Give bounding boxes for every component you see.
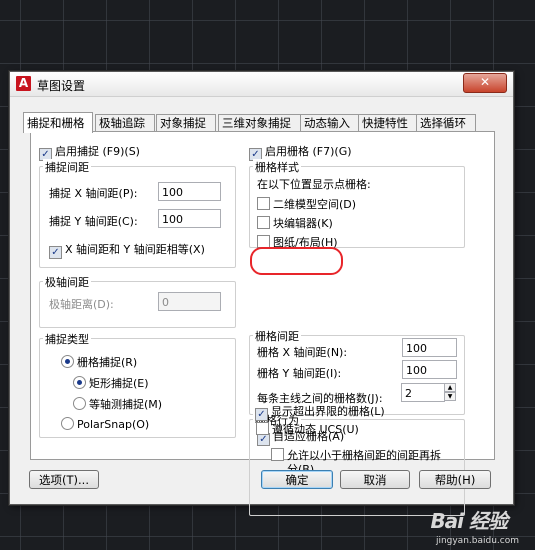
grid-sheet-layout-checkbox[interactable]: 图纸/布局(H) (257, 234, 338, 250)
snap-enable-label: 启用捕捉 (F9)(S) (55, 145, 140, 158)
snap-type-title: 捕捉类型 (43, 331, 91, 347)
polar-snap-radio[interactable]: PolarSnap(O) (61, 417, 149, 431)
grid-snap-label: 栅格捕捉(R) (77, 356, 138, 369)
checkbox-empty-icon (257, 197, 270, 210)
grid-sheet-layout-label: 图纸/布局(H) (273, 236, 338, 249)
polar-snap-label: PolarSnap(O) (77, 418, 150, 431)
tab-selection-cycling[interactable]: 选择循环 (416, 114, 476, 132)
tab-dynamic-input[interactable]: 动态输入 (300, 114, 360, 132)
polar-spacing-title: 极轴间距 (43, 274, 91, 290)
baidu-watermark-url: jingyan.baidu.com (435, 536, 519, 546)
snap-equal-checkbox[interactable]: ✓ X 轴间距和 Y 轴间距相等(X) (49, 241, 205, 259)
polar-distance-label: 极轴距离(D): (49, 298, 114, 311)
grid-y-label: 栅格 Y 轴间距(I): (257, 367, 342, 380)
grid-major-input[interactable]: 2 (401, 383, 445, 402)
radio-selected-icon (61, 355, 74, 368)
grid-x-input[interactable]: 100 (402, 338, 457, 357)
tab-object-snap[interactable]: 对象捕捉 (156, 114, 216, 132)
grid-snap-radio[interactable]: 栅格捕捉(R) (61, 354, 137, 370)
rect-snap-label: 矩形捕捉(E) (89, 377, 149, 390)
snap-x-label: 捕捉 X 轴间距(P): (49, 187, 138, 200)
check-icon: ✓ (49, 246, 62, 259)
show-beyond-limits-checkbox[interactable]: ✓ 显示超出界限的栅格(L) (255, 403, 385, 421)
grid-y-input[interactable]: 100 (402, 360, 457, 379)
radio-empty-icon (73, 397, 86, 410)
baidu-watermark: Bai 经验 (430, 509, 508, 533)
grid-enable-label: 启用栅格 (F7)(G) (265, 145, 352, 158)
polar-distance-input[interactable]: 0 (158, 292, 221, 311)
snap-x-input[interactable]: 100 (158, 182, 221, 201)
cancel-button[interactable]: 取消 (340, 470, 410, 489)
grid-block-editor-label: 块编辑器(K) (273, 217, 333, 230)
follow-ucs-label: 遵循动态 UCS(U) (272, 423, 359, 436)
radio-selected-icon (73, 376, 86, 389)
snap-y-label: 捕捉 Y 轴间距(C): (49, 215, 138, 228)
autocad-logo-icon: A (16, 76, 31, 91)
grid-spacing-title: 栅格间距 (253, 328, 301, 344)
ok-button[interactable]: 确定 (261, 470, 333, 489)
snap-spacing-title: 捕捉间距 (43, 159, 91, 175)
tab-polar-tracking[interactable]: 极轴追踪 (95, 114, 155, 132)
grid-block-editor-checkbox[interactable]: 块编辑器(K) (257, 215, 333, 231)
tab-quick-properties[interactable]: 快捷特性 (358, 114, 418, 132)
grid-style-title: 栅格样式 (253, 159, 301, 175)
drafting-settings-dialog: A 草图设置 ✕ 捕捉和栅格 极轴追踪 对象捕捉 三维对象捕捉 动态输入 快捷特… (9, 71, 514, 516)
snap-y-input[interactable]: 100 (158, 209, 221, 228)
checkbox-empty-icon (257, 216, 270, 229)
show-beyond-limits-label: 显示超出界限的栅格(L) (271, 405, 385, 418)
grid-2d-model-label: 二维模型空间(D) (273, 198, 357, 211)
grid-x-label: 栅格 X 轴间距(N): (257, 346, 348, 359)
check-icon: ✓ (255, 408, 268, 421)
spin-down-icon[interactable]: ▼ (444, 392, 456, 401)
radio-empty-icon (61, 417, 74, 430)
checkbox-empty-icon (257, 235, 270, 248)
options-button[interactable]: 选项(T)... (29, 470, 99, 489)
grid-2d-model-checkbox[interactable]: 二维模型空间(D) (257, 196, 356, 212)
iso-snap-label: 等轴测捕捉(M) (89, 398, 163, 411)
rect-snap-radio[interactable]: 矩形捕捉(E) (73, 375, 149, 391)
dialog-title: 草图设置 (37, 79, 86, 93)
grid-major-spinner[interactable]: ▲ ▼ (444, 383, 456, 402)
follow-ucs-checkbox[interactable]: 遵循动态 UCS(U) (256, 421, 359, 437)
spin-up-icon[interactable]: ▲ (444, 383, 456, 392)
tab-3d-object-snap[interactable]: 三维对象捕捉 (218, 114, 302, 132)
tab-snap-and-grid[interactable]: 捕捉和栅格 (23, 112, 93, 133)
iso-snap-radio[interactable]: 等轴测捕捉(M) (73, 396, 162, 412)
grid-style-subtitle: 在以下位置显示点栅格: (257, 178, 371, 191)
close-button[interactable]: ✕ (463, 73, 507, 93)
checkbox-empty-icon (271, 448, 284, 461)
title-bar[interactable]: A 草图设置 ✕ (10, 72, 513, 97)
checkbox-empty-icon (256, 422, 269, 435)
snap-equal-label: X 轴间距和 Y 轴间距相等(X) (65, 243, 205, 256)
help-button[interactable]: 帮助(H) (419, 470, 491, 489)
